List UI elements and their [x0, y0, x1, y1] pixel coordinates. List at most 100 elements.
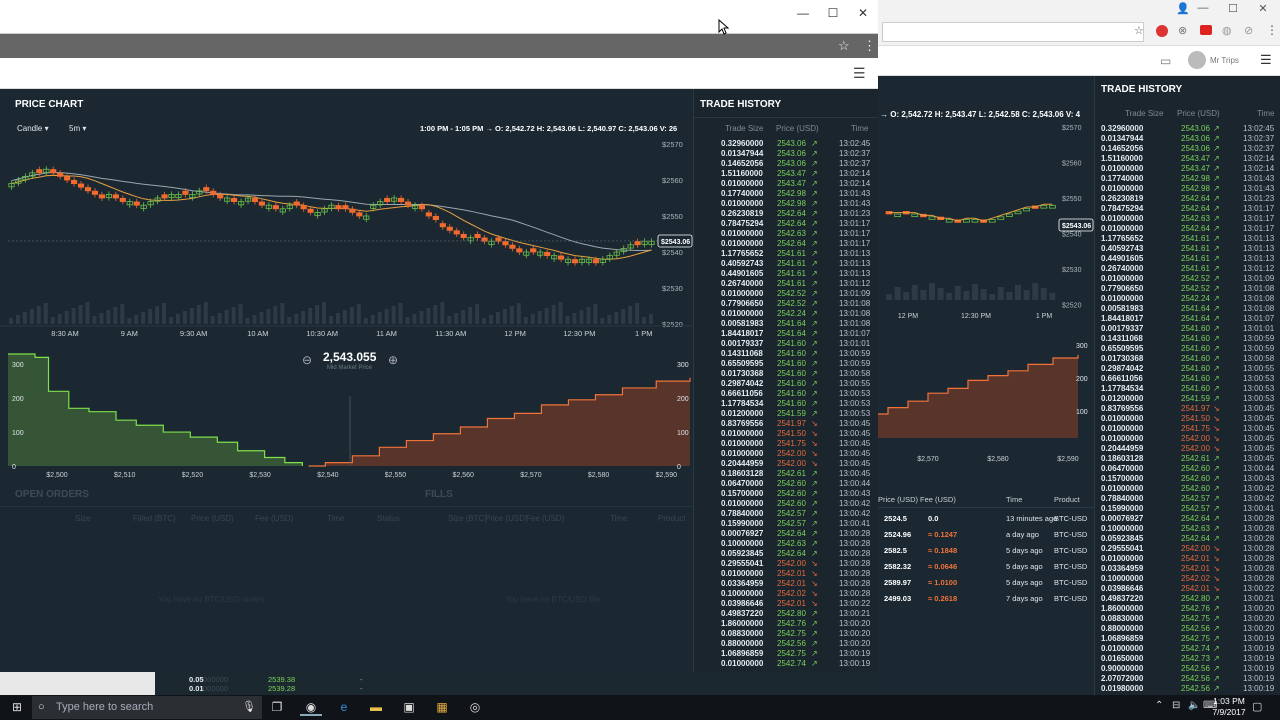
obs-icon[interactable]: ◎	[464, 698, 486, 716]
trade-row: 0.66611056 2541.60 ↗ 13:00:53	[1095, 374, 1280, 384]
bg-y-tick: $2540	[1062, 232, 1082, 239]
bg-menu-icon[interactable]: ⋮	[1266, 23, 1278, 37]
trade-size: 0.17740000	[1101, 174, 1144, 183]
bg-order-row[interactable]: 2582.5 ≈ 0.1848 5 days ago BTC-USD	[878, 544, 1094, 558]
trade-row: 0.01000000 2542.64 ↗ 13:01:17	[694, 239, 878, 249]
trade-price: 2541.61	[777, 269, 806, 278]
microphone-icon[interactable]: 🎙	[242, 696, 256, 719]
bg-extension-icon[interactable]	[1156, 25, 1168, 37]
trade-arrow-icon: ↗	[811, 259, 818, 268]
price-candlestick-chart[interactable]: $2570 $2560 $2550 $2540 $2530 $2520 $2543.06 8:…	[0, 136, 693, 341]
notifications-icon[interactable]: ▢	[1252, 700, 1262, 713]
trade-arrow-icon: ↘	[811, 569, 818, 578]
trade-price: 2541.60	[777, 399, 806, 408]
trade-size: 0.01000000	[721, 199, 764, 208]
bg-extension3-icon[interactable]: ◍	[1222, 24, 1232, 37]
hamburger-menu-icon[interactable]: ☰	[853, 65, 866, 82]
browser-menu-icon[interactable]: ⋮	[863, 38, 876, 54]
clock-time[interactable]: 1:03 PM	[1210, 696, 1248, 706]
file-explorer-icon[interactable]: ▬	[365, 698, 387, 716]
bg-maximize-button[interactable]: ☐	[1218, 2, 1248, 15]
bg-order-row[interactable]: 2582.32 ≈ 0.0646 5 days ago BTC-USD	[878, 560, 1094, 574]
tray-chevron-icon[interactable]: ⌃	[1155, 700, 1163, 711]
volume-bar	[649, 314, 653, 324]
bookmark-star-icon[interactable]: ☆	[838, 38, 850, 54]
trade-row: 1.51160000 2543.47 ↗ 13:02:14	[694, 169, 878, 179]
bg-hamburger-icon[interactable]: ☰	[1260, 52, 1272, 68]
chart-type-dropdown[interactable]: Candle ▾	[17, 124, 49, 133]
trade-price: 2541.60	[1181, 364, 1210, 373]
volume-bar	[447, 316, 452, 324]
trade-time: 13:00:19	[1243, 664, 1275, 673]
bg-avatar[interactable]	[1188, 51, 1206, 69]
clock-date[interactable]: 7/9/2017	[1206, 707, 1252, 717]
network-icon[interactable]: ⊟	[1172, 700, 1180, 711]
trade-price: 2542.60	[1181, 464, 1210, 473]
trade-size: 0.77906650	[721, 299, 764, 308]
bg-extension2-icon[interactable]: ⊗	[1178, 24, 1187, 37]
trade-size: 0.03364959	[1101, 564, 1144, 573]
trade-price: 2542.56	[1181, 684, 1210, 693]
bg-youtube-icon[interactable]	[1200, 25, 1212, 35]
volume-icon[interactable]: 🔈	[1188, 700, 1200, 711]
taskbar-search-box[interactable]: ○ Type here to search 🎙	[32, 696, 262, 719]
maximize-button[interactable]: ☐	[818, 3, 848, 23]
volume-bar	[322, 302, 327, 324]
main-address-bar[interactable]: ☆ ⋮	[0, 34, 878, 58]
volume-bar	[335, 313, 340, 324]
bg-tag-icon[interactable]: ⊘	[1244, 24, 1253, 37]
bg-close-button[interactable]: ✕	[1248, 2, 1278, 15]
trade-price: 2542.75	[777, 629, 806, 638]
trade-size: 0.26740000	[721, 279, 764, 288]
bg-order-row[interactable]: 2499.03 ≈ 0.2618 7 days ago BTC-USD	[878, 592, 1094, 606]
trade-price: 2542.74	[1181, 644, 1210, 653]
terminal-icon[interactable]: ▣	[398, 698, 420, 716]
close-button[interactable]: ✕	[848, 3, 878, 23]
trade-arrow-icon: ↗	[811, 219, 818, 228]
trade-size: 0.90000000	[1101, 664, 1144, 673]
trade-time: 13:02:45	[839, 139, 871, 148]
minimize-button[interactable]: —	[788, 3, 818, 23]
windows-start-icon[interactable]: ⊞	[6, 698, 28, 716]
volume-bar	[266, 309, 271, 324]
edge-icon[interactable]: e	[333, 698, 355, 716]
bg-star-icon[interactable]: ☆	[1134, 24, 1144, 37]
candle	[335, 205, 342, 210]
trade-time: 13:00:28	[839, 569, 871, 578]
bg-minimize-button[interactable]: —	[1188, 2, 1218, 14]
bg-order-row[interactable]: 2524.96 ≈ 0.1247 a day ago BTC-USD	[878, 528, 1094, 542]
bg-depth-y-tick: 200	[1076, 376, 1088, 383]
bg-site-header: ▭ Mr Trips ☰	[878, 46, 1280, 76]
bg-order-row[interactable]: 2524.5 0.0 13 minutes ago BTC-USD	[878, 512, 1094, 526]
trade-time: 13:01:01	[1243, 324, 1275, 333]
oo-col-filled: Filled (BTC)	[133, 514, 176, 523]
volume-bar	[141, 312, 146, 324]
trade-time: 13:00:19	[1243, 644, 1275, 653]
zoom-in-icon[interactable]: ⊕	[388, 353, 398, 367]
bg-username[interactable]: Mr Trips	[1210, 56, 1239, 65]
trade-price: 2543.47	[777, 179, 806, 188]
trade-row: 0.49837220 2542.80 ↗ 13:00:21	[1095, 594, 1280, 604]
chrome-icon[interactable]: ◉	[300, 698, 322, 716]
trade-arrow-icon: ↗	[1213, 484, 1220, 493]
trade-row: 0.32960000 2543.06 ↗ 13:02:45	[694, 139, 878, 149]
candle	[112, 194, 119, 199]
trade-size: 0.14311068	[1101, 334, 1143, 343]
bg-order-row[interactable]: 2589.97 ≈ 1.0100 5 days ago BTC-USD	[878, 576, 1094, 590]
background-browser-window[interactable]: 👤 — ☐ ✕ ☆ ⊗ ◍ ⊘ ⋮ ▭ Mr Trips ☰ → O: 2,54…	[878, 0, 1280, 695]
app-icon[interactable]: ▦	[431, 698, 453, 716]
bg-chat-icon[interactable]: ▭	[1160, 54, 1171, 68]
volume-bar	[64, 311, 69, 324]
main-browser-window[interactable]: — ☐ ✕ ☆ ⋮ ☰ PRICE CHART Candle ▾ 5m ▾ 1:…	[0, 0, 878, 672]
interval-dropdown[interactable]: 5m ▾	[69, 124, 86, 133]
volume-bar	[614, 312, 619, 324]
bg-url-field[interactable]	[882, 22, 1144, 42]
bg-trade-history-panel: TRADE HISTORY Trade Size Price (USD) Tim…	[1094, 76, 1280, 695]
trade-price: 2541.97	[777, 419, 806, 428]
task-view-icon[interactable]: ❐	[266, 698, 288, 716]
bg-order-cell: 2582.5	[884, 546, 907, 555]
zoom-out-icon[interactable]: ⊖	[302, 353, 312, 367]
trade-row: 1.17784534 2541.60 ↗ 13:00:53	[1095, 384, 1280, 394]
depth-x-tick-label: $2,500	[46, 472, 68, 479]
trade-price: 2542.01	[777, 599, 806, 608]
